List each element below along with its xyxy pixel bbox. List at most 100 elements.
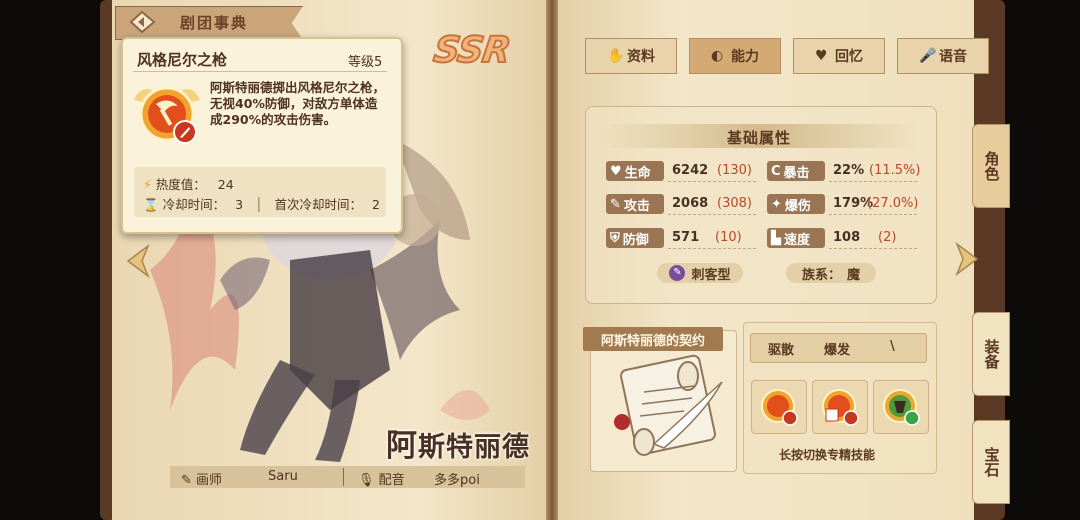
side-tab-character[interactable]: 角色 [972, 124, 1010, 208]
scroll-quill-icon [614, 354, 723, 456]
voice-actor-name: 多多poi [434, 473, 480, 488]
heart-icon: ♥ [610, 163, 622, 179]
skill-description: 阿斯特丽德掷出风格尼尔之枪，无视40%防御，对敌方单体造成290%的攻击伤害。 [210, 80, 386, 127]
side-tab-equipment[interactable]: 装备 [972, 312, 1010, 396]
rarity-badge: SSR [430, 29, 513, 72]
contract-label: 阿斯特丽德的契约 [583, 327, 723, 351]
spear-skill-icon [761, 389, 798, 426]
back-icon[interactable] [128, 8, 158, 36]
assassin-class-icon: ✎ [669, 265, 686, 281]
skill-slot-1[interactable] [751, 380, 807, 434]
page-title: 剧团事典 [180, 14, 249, 32]
stat-underline [668, 181, 756, 182]
character-name-rest: 斯特丽德 [418, 432, 530, 463]
tab-memory-label: 回忆 [835, 49, 863, 65]
hourglass-icon: ⌛ [143, 197, 159, 212]
stats-title: 基础属性 [727, 129, 792, 147]
skill-level: 等级5 [348, 55, 383, 70]
cooldown-separator: │ [255, 197, 263, 212]
voice-label: 配音 [378, 473, 405, 488]
stat-underline [829, 248, 917, 249]
tab-profile[interactable]: ✋ 资料 [585, 38, 677, 74]
skill-slot-3[interactable] [873, 380, 929, 434]
tab-voice[interactable]: 🎤 语音 [897, 38, 989, 74]
voice-credit: 🎙 配音 [358, 469, 405, 488]
stat-def-value: 571 [672, 230, 700, 245]
character-name: 阿斯特丽德 [386, 420, 530, 465]
heat-value: 24 [217, 177, 234, 192]
cooldown-value: 3 [235, 197, 244, 212]
class-label: 刺客型 [691, 267, 731, 283]
stat-crit-label: C 暴击 [767, 161, 825, 181]
faction-label: 族系： [801, 267, 841, 283]
stat-hp-value: 6242 [672, 163, 709, 178]
stat-speed-label: ▙ 速度 [767, 228, 825, 248]
artist-credit: ✎ 画师 [181, 469, 222, 488]
side-tab-gem[interactable]: 宝石 [972, 420, 1010, 504]
heart-icon: ♥ [815, 48, 828, 64]
credits-divider [343, 468, 344, 486]
skill-name: 风格尼尔之枪 [137, 51, 228, 69]
stat-atk-value: 2068 [672, 196, 709, 211]
stat-crit-value: 22% [833, 163, 865, 178]
stat-def-bonus: (10) [715, 230, 742, 245]
tab-ability-label: 能力 [731, 49, 759, 65]
stat-underline [668, 248, 756, 249]
sword-icon: ✎ [610, 196, 621, 212]
skill-tab-burst[interactable]: 爆发 [824, 339, 850, 358]
stat-atk-label: ✎ 攻击 [606, 194, 664, 214]
next-character-arrow-icon[interactable] [951, 242, 981, 276]
stat-atk-bonus: (308) [717, 196, 752, 211]
side-tab-character-label: 角色 [982, 151, 1001, 181]
attack-skill-icon [822, 389, 859, 426]
stat-critdmg-label: ✦ 爆伤 [767, 194, 825, 214]
first-cooldown-value: 2 [372, 197, 380, 212]
tab-ability[interactable]: ◐ 能力 [689, 38, 781, 74]
character-name-first: 阿 [386, 428, 418, 464]
stat-hp-bonus: (130) [717, 163, 752, 178]
stat-speed-value: 108 [833, 230, 861, 245]
microphone-icon: 🎙 [358, 473, 375, 488]
stat-crit-bonus: (11.5%) [869, 163, 921, 178]
passive-skill-icon [883, 389, 920, 426]
ability-icon: ◐ [711, 48, 724, 64]
artist-label: 画师 [196, 473, 223, 488]
skill-tab-empty[interactable]: \ [890, 339, 895, 354]
heat-label: 热度值： [155, 177, 206, 192]
stat-hp-label: ♥ 生命 [606, 161, 664, 181]
spear-skill-icon [134, 86, 200, 144]
microphone-icon: 🎤 [919, 48, 937, 64]
prev-character-arrow-icon[interactable] [124, 244, 154, 278]
book-spine [546, 0, 558, 520]
artist-name: Saru [268, 469, 298, 484]
cooldown-label: 冷却时间： [162, 197, 226, 212]
cooldown-row: ⌛ 冷却时间： 3 │ 首次冷却时间： 2 [143, 194, 380, 213]
faction-value: 魔 [847, 267, 861, 283]
skill-slot-2[interactable] [812, 380, 868, 434]
burst-icon: ✦ [771, 196, 782, 212]
brush-icon: ✎ [181, 473, 192, 488]
faction-tag: 族系： 魔 [786, 263, 876, 283]
stat-def-label: ⛨ 防御 [606, 228, 664, 248]
tab-memory[interactable]: ♥ 回忆 [793, 38, 885, 74]
heat-row: ⚡ 热度值： 24 [143, 174, 234, 193]
stat-critdmg-bonus: (27.0%) [867, 196, 919, 211]
stat-underline [829, 181, 917, 182]
side-tab-equipment-label: 装备 [982, 339, 1001, 369]
tab-profile-label: 资料 [627, 49, 655, 65]
stat-underline [829, 214, 917, 215]
crit-icon: C [771, 163, 781, 179]
stat-underline [668, 214, 756, 215]
boot-icon: ▙ [771, 230, 781, 246]
tooltip-divider [133, 71, 387, 72]
stat-speed-bonus: (2) [878, 230, 897, 245]
class-tag: ✎ 刺客型 [657, 263, 743, 283]
skill-hint: 长按切换专精技能 [779, 448, 876, 462]
tab-voice-label: 语音 [939, 49, 967, 65]
first-cooldown-label: 首次冷却时间： [274, 197, 363, 212]
skill-tab-dispel[interactable]: 驱散 [768, 339, 794, 358]
side-tab-gem-label: 宝石 [982, 447, 1001, 477]
shield-icon: ⛨ [610, 230, 620, 246]
flame-icon: ⚡ [143, 177, 152, 192]
paw-icon: ✋ [607, 48, 625, 64]
